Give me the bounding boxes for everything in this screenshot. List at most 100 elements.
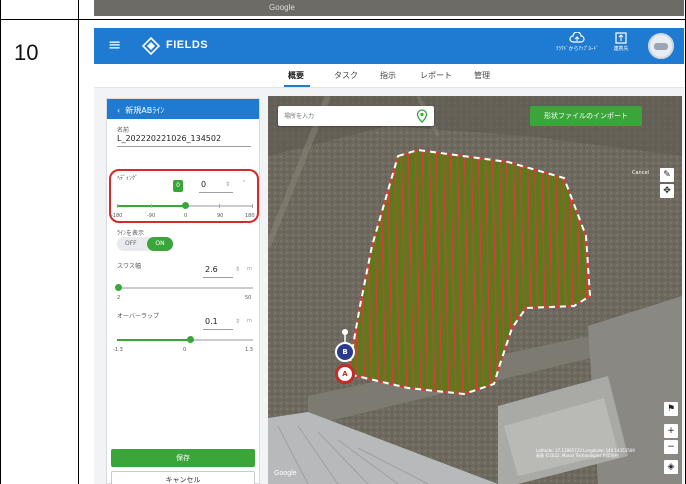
location-pin-icon[interactable] <box>416 109 428 123</box>
name-field[interactable]: L_202220221026_134502 <box>117 134 221 143</box>
heading-tick <box>151 204 152 208</box>
heading-tick-label: 0 <box>184 213 188 219</box>
swath-stepper[interactable]: ⇕ <box>235 266 240 273</box>
overlap-label: オーバーラップ <box>117 313 159 320</box>
table-row-divider <box>0 19 686 20</box>
flag-button[interactable]: ⚑ <box>664 402 678 416</box>
heading-slider[interactable] <box>117 202 253 209</box>
logo-text: FIELDS <box>166 39 209 51</box>
app-screenshot: ≡ FIELDS ｸﾗｳﾄﾞからｱｯﾌﾟﾛｰﾄﾞ 連携先 概要 タスク 指示 レ… <box>94 28 684 484</box>
overlap-input[interactable]: 0.1 <box>205 317 218 326</box>
tab-bar: 概要 タスク 指示 レポート 管理 <box>94 64 684 88</box>
imagery-copyright[interactable]: 画像 ©2022, Maxar Technologies 利用規約 <box>536 453 682 458</box>
swath-slider-knob[interactable] <box>115 284 123 291</box>
overlap-tick-label: 0 <box>183 347 187 353</box>
import-shape-file-button[interactable]: 形状ファイルのインポート <box>530 106 642 126</box>
heading-input-underline <box>199 192 233 193</box>
layers-button[interactable]: ◈ <box>664 460 678 474</box>
tab-management[interactable]: 管理 <box>474 70 490 81</box>
overlap-tick-label: -1.3 <box>113 347 123 353</box>
swath-input[interactable]: 2.6 <box>205 265 218 274</box>
swath-slider[interactable] <box>115 284 253 291</box>
heading-tick-label: 90 <box>217 213 224 219</box>
tab-tasks[interactable]: タスク <box>334 70 358 81</box>
tab-overview[interactable]: 概要 <box>288 70 304 81</box>
satellite-map[interactable]: B A 形状ファイルのインポート Cancel ✎ ✥ ⚑ + <box>268 96 682 484</box>
document-page: Google 10 ≡ FIELDS ｸﾗｳﾄﾞからｱｯﾌﾟﾛｰﾄﾞ 連携先 概… <box>0 0 686 484</box>
previous-screenshot-strip: Google <box>94 0 684 16</box>
layers-icon: ◈ <box>667 462 675 472</box>
name-label: 名前 <box>117 127 130 134</box>
swath-min-label: 2 <box>117 295 121 301</box>
table-border-mid <box>78 0 79 484</box>
overlap-unit: m <box>247 318 252 324</box>
table-border-left <box>0 0 1 484</box>
overlap-slider-knob[interactable] <box>186 336 194 343</box>
point-a-marker[interactable]: A <box>335 364 355 384</box>
heading-tick <box>252 204 253 208</box>
panel-header-back[interactable]: ‹ 新規ABﾗｲﾝ <box>107 99 259 119</box>
ab-line-panel: ‹ 新規ABﾗｲﾝ 名前 L_202220221026_134502 ﾍﾃﾞｨﾝ… <box>106 98 260 484</box>
tab-instructions[interactable]: 指示 <box>380 70 396 81</box>
export-icon <box>615 32 627 44</box>
tab-reports[interactable]: レポート <box>420 70 452 81</box>
heading-tick-label: -180 <box>111 213 123 219</box>
heading-input[interactable]: 0 <box>201 180 206 189</box>
heading-tick <box>117 204 118 208</box>
toggle-on-option[interactable]: ON <box>147 237 173 251</box>
overlap-stepper[interactable]: ⇕ <box>235 318 240 325</box>
zoom-in-button[interactable]: + <box>664 424 678 438</box>
cloud-upload-icon <box>569 32 585 43</box>
user-avatar[interactable] <box>648 33 674 59</box>
heading-tick <box>219 204 220 208</box>
save-button[interactable]: 保存 <box>111 449 255 467</box>
overlap-slider[interactable] <box>117 336 253 343</box>
cancel-button[interactable]: キャンセル <box>111 471 255 484</box>
move-icon: ✥ <box>663 186 671 196</box>
fields-logo-icon <box>142 37 160 55</box>
google-logo: Google <box>274 470 297 477</box>
map-cancel-link[interactable]: Cancel <box>632 170 649 176</box>
overlap-tick-label: 1.3 <box>245 347 253 353</box>
back-chevron-icon: ‹ <box>117 106 121 115</box>
heading-value-bubble: 0 <box>173 180 183 192</box>
heading-slider-knob[interactable] <box>181 202 189 209</box>
export-label: 連携先 <box>613 46 629 52</box>
app-header: ≡ FIELDS ｸﾗｳﾄﾞからｱｯﾌﾟﾛｰﾄﾞ 連携先 <box>94 28 684 64</box>
show-line-toggle[interactable]: OFF ON <box>117 237 173 251</box>
flag-icon: ⚑ <box>666 404 676 414</box>
step-number: 10 <box>14 40 39 65</box>
heading-stepper[interactable]: ⇕ <box>225 181 230 188</box>
point-b-marker[interactable]: B <box>335 342 355 362</box>
swath-max-label: 50 <box>245 295 252 301</box>
export-button[interactable]: 連携先 <box>600 32 642 60</box>
swath-unit: m <box>247 266 252 272</box>
place-search-box[interactable] <box>278 106 434 126</box>
place-search-input[interactable] <box>284 110 404 122</box>
heading-unit: ° <box>243 180 246 186</box>
overlap-input-underline <box>203 329 233 330</box>
map-attribution: Latitude: 37.11865723 Longitude: 140.143… <box>536 448 682 458</box>
cloud-upload-button[interactable]: ｸﾗｳﾄﾞからｱｯﾌﾟﾛｰﾄﾞ <box>556 32 599 60</box>
panel-title: 新規ABﾗｲﾝ <box>125 106 165 115</box>
point-a-label: A <box>342 370 348 378</box>
name-field-underline <box>117 146 251 147</box>
move-tool-button[interactable]: ✥ <box>660 184 674 198</box>
cloud-upload-label: ｸﾗｳﾄﾞからｱｯﾌﾟﾛｰﾄﾞ <box>556 46 599 52</box>
ab-start-handle[interactable] <box>342 329 348 335</box>
draw-tool-button[interactable]: ✎ <box>660 168 674 182</box>
swath-label: スワス幅 <box>117 263 142 270</box>
pencil-icon: ✎ <box>663 170 671 180</box>
google-mark: Google <box>269 3 295 12</box>
point-b-label: B <box>342 348 348 356</box>
active-tab-indicator <box>284 85 310 87</box>
show-line-label: ﾗｲﾝを表示 <box>117 230 145 237</box>
heading-label: ﾍﾃﾞｨﾝｸﾞ <box>117 175 139 182</box>
map-imagery <box>268 96 682 484</box>
heading-tick-label: 180 <box>245 213 255 219</box>
zoom-in-icon: + <box>667 426 675 436</box>
toggle-off-option[interactable]: OFF <box>125 240 137 247</box>
overlap-slider-fill <box>117 339 191 341</box>
heading-tick-label: -90 <box>147 213 156 219</box>
menu-icon[interactable]: ≡ <box>108 37 121 53</box>
